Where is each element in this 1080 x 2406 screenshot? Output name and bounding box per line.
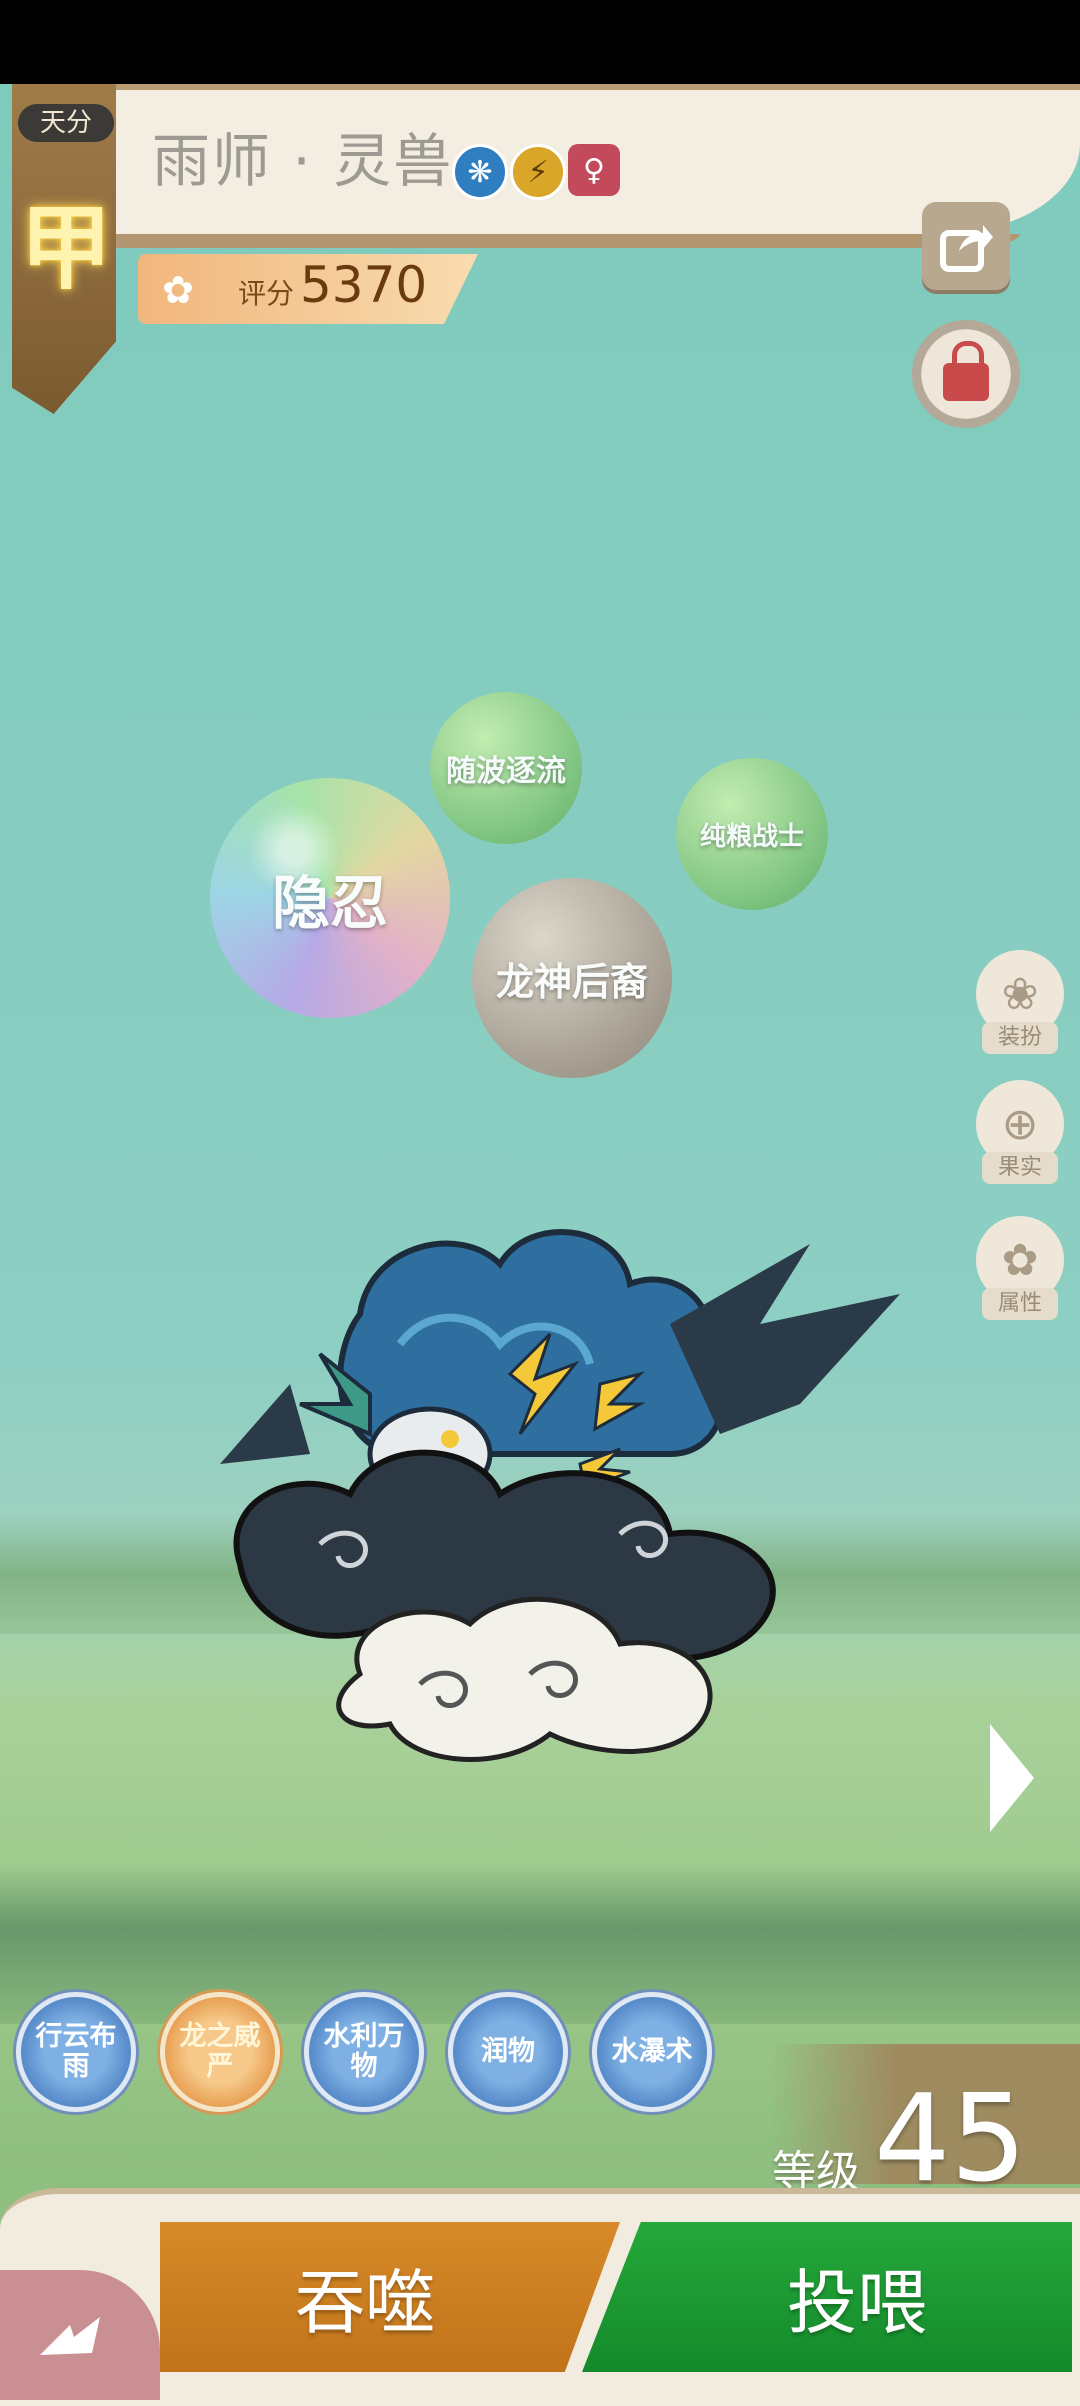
lock-button[interactable] (912, 320, 1020, 428)
share-icon (940, 225, 993, 272)
game-scene: 天分 甲 雨师 · 灵兽 ❋ ⚡ ♀ ✿ 评分 5370 隐忍 随波逐流 纯粮战… (0, 84, 1080, 2400)
grade-tab-label: 天分 (18, 104, 114, 142)
skill-1-label: 行云布雨 (35, 2021, 117, 2082)
paw-icon: ✿ (162, 268, 194, 312)
trait-bubble-dragon[interactable]: 龙神后裔 (472, 878, 672, 1078)
pet-name: 雨师 · 灵兽 (152, 127, 454, 195)
skill-2-label: 龙之威严 (179, 2021, 261, 2082)
grade-value: 甲 (19, 195, 112, 302)
fruit-label: 果实 (982, 1152, 1058, 1184)
share-button[interactable] (922, 202, 1010, 290)
trait-bubble-stealth[interactable]: 隐忍 (210, 778, 450, 1018)
logo-mark-icon (40, 2317, 100, 2355)
skill-4-button[interactable]: 润物 (448, 1992, 568, 2112)
female-icon: ♀ (568, 144, 620, 196)
trait-bubble-warrior[interactable]: 纯粮战士 (676, 758, 828, 910)
score-label: 评分 (238, 277, 295, 310)
wind-element-icon[interactable]: ❋ (452, 144, 508, 200)
skill-5-button[interactable]: 水瀑术 (592, 1992, 712, 2112)
skill-1-button[interactable]: 行云布雨 (16, 1992, 136, 2112)
score-value: 5370 (300, 256, 428, 314)
skill-2-button[interactable]: 龙之威严 (160, 1992, 280, 2112)
feed-button[interactable]: 投喂 (582, 2222, 1072, 2372)
fruit-button[interactable]: ⊕ 果实 (976, 1080, 1064, 1184)
pet-creature-illustration[interactable] (200, 1204, 940, 1864)
devour-button[interactable]: 吞噬 (160, 2222, 620, 2372)
attributes-button[interactable]: ✿ 属性 (976, 1216, 1064, 1320)
lock-icon (943, 341, 989, 401)
outfit-label: 装扮 (982, 1022, 1058, 1054)
skill-5-label: 水瀑术 (611, 2036, 693, 2067)
level-value: 45 (874, 2070, 1027, 2209)
trait-bubble-wave[interactable]: 随波逐流 (430, 692, 582, 844)
grass-band (0, 1864, 1080, 2024)
outfit-button[interactable]: ❀ 装扮 (976, 950, 1064, 1054)
skill-3-label: 水利万物 (323, 2021, 405, 2082)
skill-3-button[interactable]: 水利万物 (304, 1992, 424, 2112)
attributes-label: 属性 (982, 1288, 1058, 1320)
skill-4-label: 润物 (481, 2036, 535, 2067)
thunder-element-icon[interactable]: ⚡ (510, 144, 566, 200)
next-pet-arrow[interactable] (990, 1724, 1034, 1832)
